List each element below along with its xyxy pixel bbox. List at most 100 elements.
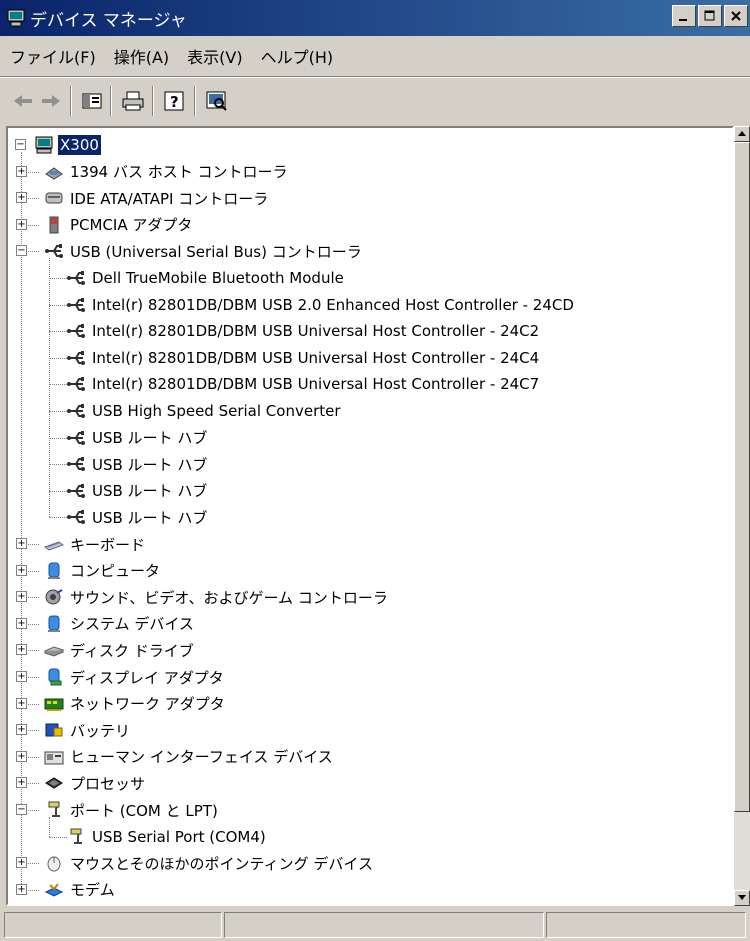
- tree-item-label: PCMCIA アダプタ: [70, 216, 193, 235]
- tree-connector: [49, 384, 67, 386]
- port-icon: [70, 828, 82, 844]
- collapse-toggle[interactable]: −: [15, 139, 26, 150]
- usb-icon: [67, 510, 85, 525]
- tree-item[interactable]: + ネットワーク アダプタ: [12, 691, 227, 717]
- arrow-down-icon: [738, 895, 746, 900]
- tree-item[interactable]: + システム デバイス: [12, 611, 196, 637]
- tree-item[interactable]: USB ルート ハブ: [66, 451, 209, 477]
- tree-item[interactable]: + PCMCIA アダプタ: [12, 212, 194, 238]
- scroll-down-button[interactable]: [734, 890, 750, 906]
- maximize-icon: [704, 10, 715, 21]
- tree-item-label: バッテリ: [70, 721, 131, 740]
- expand-toggle[interactable]: +: [16, 671, 27, 682]
- tree-item-label: IDE ATA/ATAPI コントローラ: [70, 189, 269, 208]
- tree-item[interactable]: +1394 バス ホスト コントローラ: [12, 159, 289, 185]
- tree-item[interactable]: + モデム: [12, 877, 117, 903]
- expand-toggle[interactable]: +: [16, 697, 27, 709]
- scan-hardware-button[interactable]: [206, 88, 228, 114]
- device-tree[interactable]: − X300 +1394 バス ホスト コントローラ + IDE ATA/ATAPI…: [6, 126, 734, 906]
- help-button[interactable]: ?: [164, 88, 186, 114]
- expand-toggle[interactable]: +: [16, 644, 27, 656]
- status-panel: [224, 912, 544, 938]
- tree-item[interactable]: Intel(r) 82801DB/DBM USB Universal Host …: [66, 345, 541, 371]
- tree-item-label: ディスク ドライブ: [70, 641, 194, 660]
- expand-toggle[interactable]: +: [16, 165, 27, 177]
- show-hide-tree-button[interactable]: [82, 88, 102, 114]
- expand-toggle[interactable]: +: [16, 192, 27, 204]
- tree-item[interactable]: USB ルート ハブ: [66, 504, 209, 530]
- expand-toggle[interactable]: +: [16, 724, 27, 736]
- tree-item-label: システム デバイス: [70, 615, 194, 634]
- arrow-right-icon: [42, 95, 60, 107]
- tree-item-label: USB (Universal Serial Bus) コントローラ: [70, 242, 362, 261]
- tree-item[interactable]: + ディスプレイ アダプタ: [12, 664, 226, 690]
- menu-view[interactable]: 表示(V): [187, 44, 242, 68]
- expand-toggle[interactable]: +: [16, 883, 27, 895]
- close-button[interactable]: [724, 5, 748, 27]
- tree-item[interactable]: + キーボード: [12, 531, 147, 557]
- port-icon: [48, 801, 60, 817]
- back-button[interactable]: [12, 88, 34, 114]
- scroll-up-button[interactable]: [734, 126, 750, 142]
- tree-item[interactable]: Intel(r) 82801DB/DBM USB Universal Host …: [66, 318, 541, 344]
- tree-connector: [49, 464, 67, 466]
- pcmcia-icon: [49, 216, 59, 234]
- usb-icon: [67, 324, 85, 339]
- tree-item[interactable]: + ヒューマン インターフェイス デバイス: [12, 744, 335, 770]
- expand-toggle[interactable]: +: [16, 218, 27, 230]
- tree-item[interactable]: − USB (Universal Serial Bus) コントローラ: [12, 238, 364, 264]
- expand-toggle[interactable]: +: [16, 591, 27, 603]
- tree-item-label: Intel(r) 82801DB/DBM USB Universal Host …: [92, 348, 540, 367]
- tree-item[interactable]: USB ルート ハブ: [66, 425, 209, 451]
- collapse-toggle[interactable]: −: [16, 245, 27, 257]
- maximize-button[interactable]: [698, 5, 722, 27]
- expand-toggle[interactable]: +: [16, 777, 27, 789]
- menu-help[interactable]: ヘルプ(H): [261, 44, 334, 68]
- usb-icon: [67, 483, 85, 498]
- minimize-button[interactable]: [672, 5, 696, 27]
- tree-item[interactable]: − ポート (COM と LPT): [12, 797, 220, 823]
- tree-item[interactable]: USB Serial Port (COM4): [66, 824, 268, 850]
- menu-file[interactable]: ファイル(F): [10, 44, 96, 68]
- collapse-toggle[interactable]: −: [16, 804, 27, 815]
- scan-hardware-icon: [206, 91, 227, 111]
- tree-item[interactable]: + ディスク ドライブ: [12, 637, 196, 663]
- tree-item-label: USB ルート ハブ: [92, 508, 208, 527]
- tree-item-label: USB ルート ハブ: [92, 455, 208, 474]
- expand-toggle[interactable]: +: [16, 857, 27, 869]
- window-title: デバイス マネージャ: [30, 10, 187, 31]
- tree-item-label: コンピュータ: [70, 562, 161, 581]
- tree-connector: [49, 357, 67, 359]
- expand-toggle[interactable]: +: [16, 750, 27, 762]
- tree-item[interactable]: + プロセッサ: [12, 770, 147, 796]
- minimize-icon: [679, 19, 687, 21]
- expand-toggle[interactable]: +: [16, 538, 27, 549]
- vertical-scrollbar[interactable]: [734, 126, 750, 906]
- tree-item[interactable]: Intel(r) 82801DB/DBM USB Universal Host …: [66, 371, 541, 397]
- tree-item[interactable]: + バッテリ: [12, 717, 132, 743]
- tree-item-label: Dell TrueMobile Bluetooth Module: [92, 269, 344, 287]
- tree-item[interactable]: + IDE ATA/ATAPI コントローラ: [12, 185, 270, 211]
- scrollbar-thumb[interactable]: [734, 142, 750, 812]
- tree-root[interactable]: − X300: [12, 132, 101, 158]
- tree-item[interactable]: USB ルート ハブ: [66, 478, 209, 504]
- tree-item[interactable]: Dell TrueMobile Bluetooth Module: [66, 265, 346, 291]
- forward-button[interactable]: [40, 88, 62, 114]
- expand-toggle[interactable]: +: [16, 617, 27, 629]
- tree-connector: [49, 490, 67, 492]
- tree-item[interactable]: USB High Speed Serial Converter: [66, 398, 343, 424]
- tree-item-label: Intel(r) 82801DB/DBM USB Universal Host …: [92, 322, 540, 341]
- tree-connector: [49, 278, 67, 279]
- tree-item-label: USB Serial Port (COM4): [92, 827, 266, 846]
- tree-item[interactable]: + サウンド、ビデオ、およびゲーム コントローラ: [12, 584, 390, 610]
- tree-item[interactable]: + コンピュータ: [12, 558, 162, 584]
- menu-action[interactable]: 操作(A): [114, 44, 169, 68]
- tree-item-label: Intel(r) 82801DB/DBM USB Universal Host …: [92, 375, 540, 394]
- tree-item[interactable]: + マウスとそのほかのポインティング デバイス: [12, 850, 375, 876]
- window-controls: [670, 5, 748, 27]
- usb-icon: [45, 244, 63, 259]
- tree-item-label: キーボード: [70, 535, 146, 554]
- print-button[interactable]: [122, 88, 144, 114]
- tree-item[interactable]: Intel(r) 82801DB/DBM USB 2.0 Enhanced Ho…: [66, 292, 576, 318]
- expand-toggle[interactable]: +: [16, 564, 27, 576]
